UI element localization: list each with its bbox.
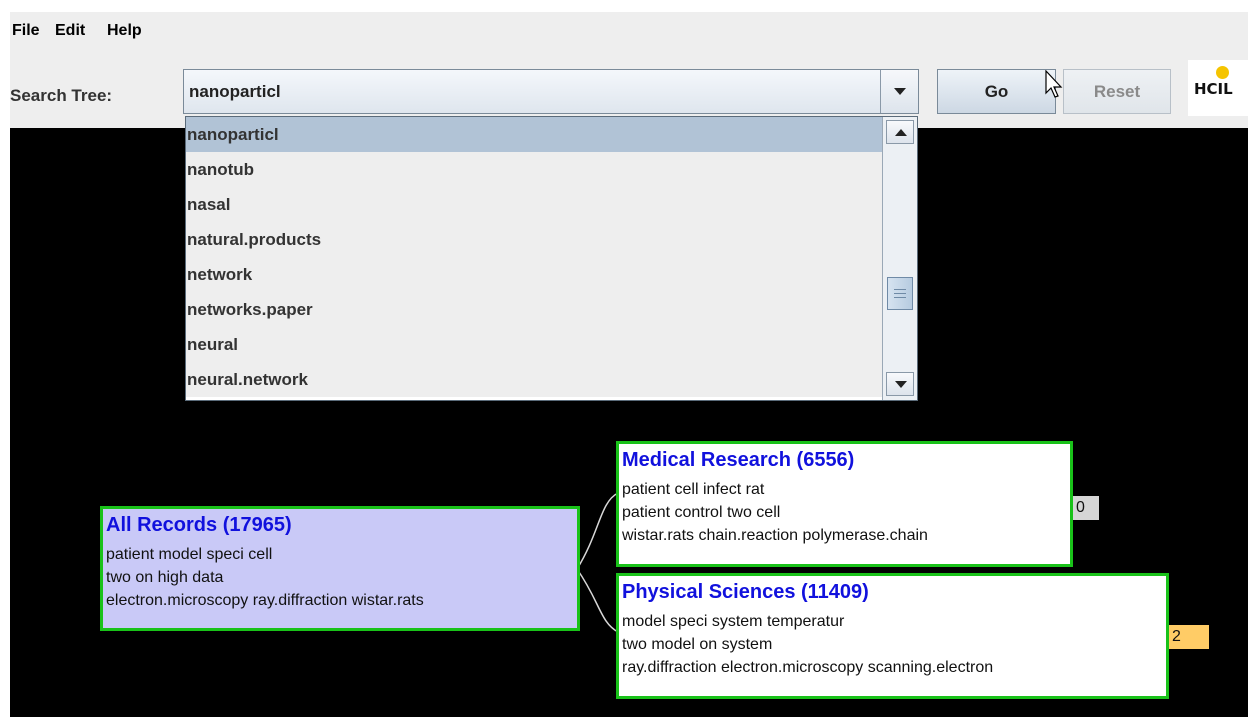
scroll-up-button[interactable]: [886, 120, 914, 144]
node-keywords-3: wistar.rats chain.reaction polymerase.ch…: [622, 527, 928, 544]
count-badge-physical: 2: [1169, 625, 1209, 649]
node-keywords-2: patient control two cell: [622, 504, 781, 521]
node-keywords-3: ray.diffraction electron.microscopy scan…: [622, 659, 994, 676]
dropdown-options: nanoparticl nanotub nasal natural.produc…: [186, 117, 883, 400]
node-keywords-2: two on high data: [106, 569, 224, 586]
dropdown-option-networks-paper[interactable]: networks.paper: [186, 292, 883, 327]
tree-node-all-records[interactable]: All Records (17965) patient model speci …: [100, 506, 580, 631]
connector-medical: [576, 492, 619, 570]
dropdown-option-neural-network[interactable]: neural.network: [186, 362, 883, 397]
node-title: Physical Sciences (11409): [622, 581, 869, 603]
node-title: All Records (17965): [106, 514, 292, 536]
node-keywords-1: patient cell infect rat: [622, 481, 765, 498]
dropdown-option-neural[interactable]: neural: [186, 327, 883, 362]
dropdown-option-nanotub[interactable]: nanotub: [186, 152, 883, 187]
arrow-up-icon: [895, 129, 907, 136]
node-title: Medical Research (6556): [622, 449, 855, 471]
connector-physical: [576, 568, 619, 633]
grip-line: [894, 293, 906, 294]
node-keywords-3: electron.microscopy ray.diffraction wist…: [106, 592, 424, 609]
app-window: File Edit Help Search Tree: nanoparticl …: [10, 12, 1248, 717]
tree-node-medical-research[interactable]: Medical Research (6556) patient cell inf…: [616, 441, 1073, 567]
grip-line: [894, 289, 906, 290]
dropdown-option-nanoparticl[interactable]: nanoparticl: [186, 117, 883, 152]
arrow-down-icon: [895, 381, 907, 388]
dropdown-option-network[interactable]: network: [186, 257, 883, 292]
scroll-down-button[interactable]: [886, 372, 914, 396]
dropdown-option-natural-products[interactable]: natural.products: [186, 222, 883, 257]
node-keywords-1: model speci system temperatur: [622, 613, 845, 630]
count-badge-medical: 0: [1073, 496, 1099, 520]
tree-node-physical-sciences[interactable]: Physical Sciences (11409) model speci sy…: [616, 573, 1169, 699]
search-dropdown-list: nanoparticl nanotub nasal natural.produc…: [185, 116, 918, 401]
grip-line: [894, 297, 906, 298]
node-keywords-1: patient model speci cell: [106, 546, 273, 563]
dropdown-scrollbar[interactable]: [882, 117, 917, 400]
scrollbar-thumb[interactable]: [887, 277, 913, 310]
node-keywords-2: two model on system: [622, 636, 773, 653]
dropdown-option-nasal[interactable]: nasal: [186, 187, 883, 222]
